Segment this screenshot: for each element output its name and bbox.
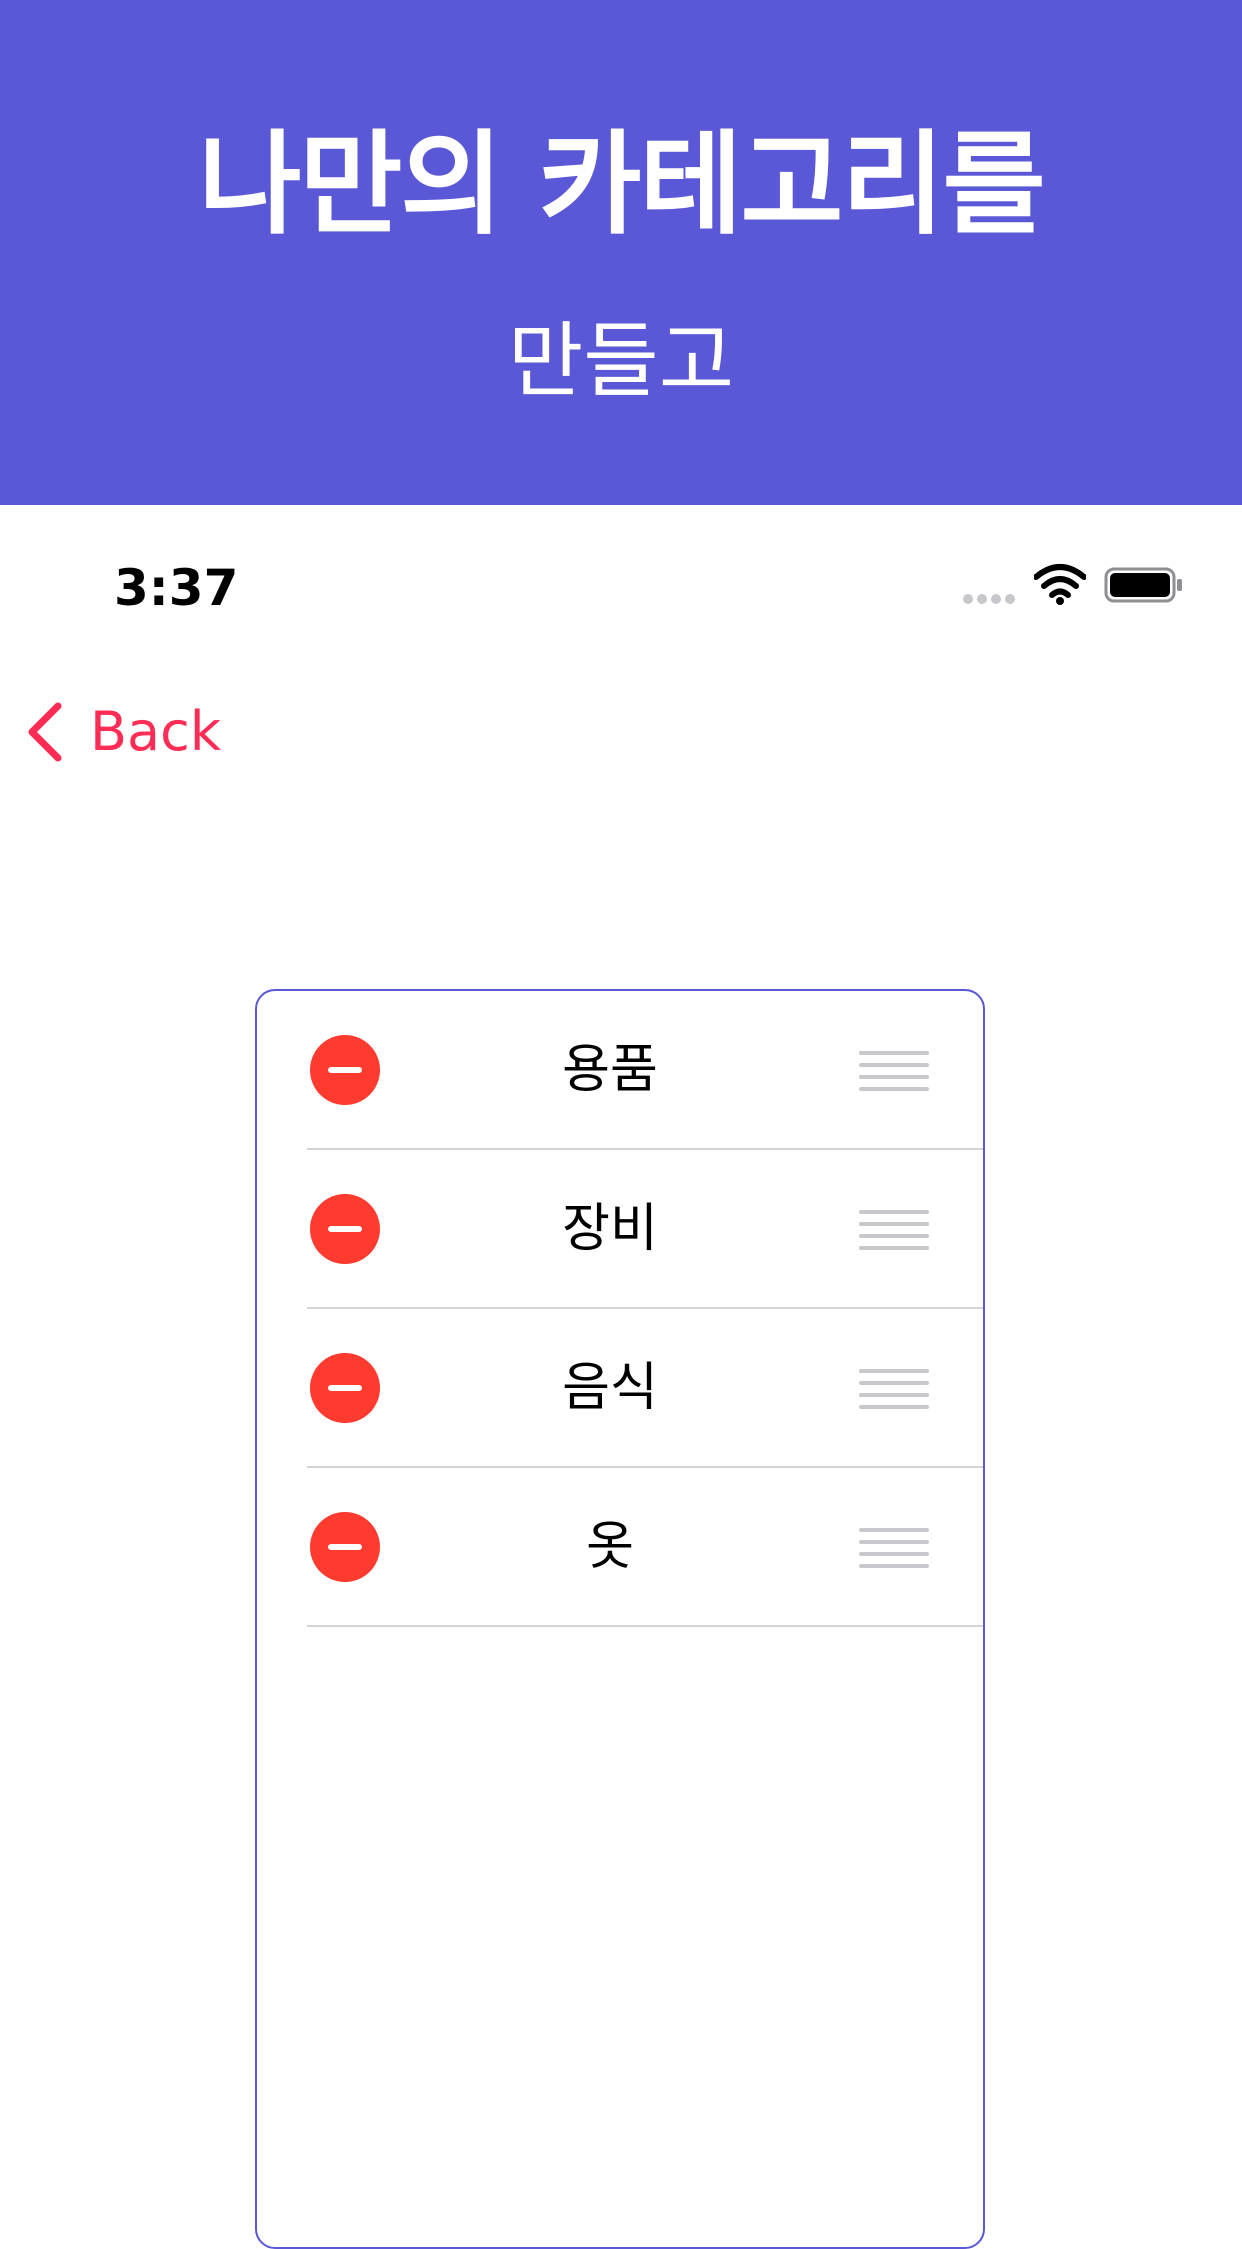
delete-button[interactable]: [310, 1035, 380, 1105]
wifi-icon: [1034, 564, 1086, 605]
minus-icon: [328, 1067, 362, 1073]
phone-screen: 3:37 Back 용품 장비 음식 옷: [0, 505, 1242, 2249]
minus-icon: [328, 1544, 362, 1550]
signal-dots-icon: [963, 594, 1015, 604]
category-label: 장비: [562, 1199, 658, 1259]
category-label: 옷: [586, 1517, 634, 1577]
status-time: 3:37: [114, 559, 239, 617]
minus-icon: [328, 1226, 362, 1232]
promo-banner: 나만의 카테고리를 만들고: [0, 0, 1242, 505]
delete-button[interactable]: [310, 1353, 380, 1423]
drag-handle-icon[interactable]: [859, 1528, 929, 1568]
list-item: 음식: [257, 1309, 983, 1468]
category-label: 용품: [562, 1040, 658, 1100]
drag-handle-icon[interactable]: [859, 1369, 929, 1409]
banner-subtitle: 만들고: [507, 314, 735, 409]
list-item: 용품: [257, 991, 983, 1150]
category-list: 용품 장비 음식 옷: [255, 989, 985, 2249]
back-label: Back: [90, 700, 222, 763]
drag-handle-icon[interactable]: [859, 1210, 929, 1250]
delete-button[interactable]: [310, 1194, 380, 1264]
battery-icon: [1104, 567, 1182, 603]
drag-handle-icon[interactable]: [859, 1051, 929, 1091]
minus-icon: [328, 1385, 362, 1391]
list-item: 옷: [257, 1468, 983, 1627]
banner-title: 나만의 카테고리를: [198, 120, 1045, 250]
list-item: 장비: [257, 1150, 983, 1309]
back-button[interactable]: Back: [24, 687, 221, 777]
chevron-left-icon: [28, 702, 62, 762]
delete-button[interactable]: [310, 1512, 380, 1582]
row-divider: [307, 1625, 983, 1627]
category-label: 음식: [562, 1358, 658, 1418]
